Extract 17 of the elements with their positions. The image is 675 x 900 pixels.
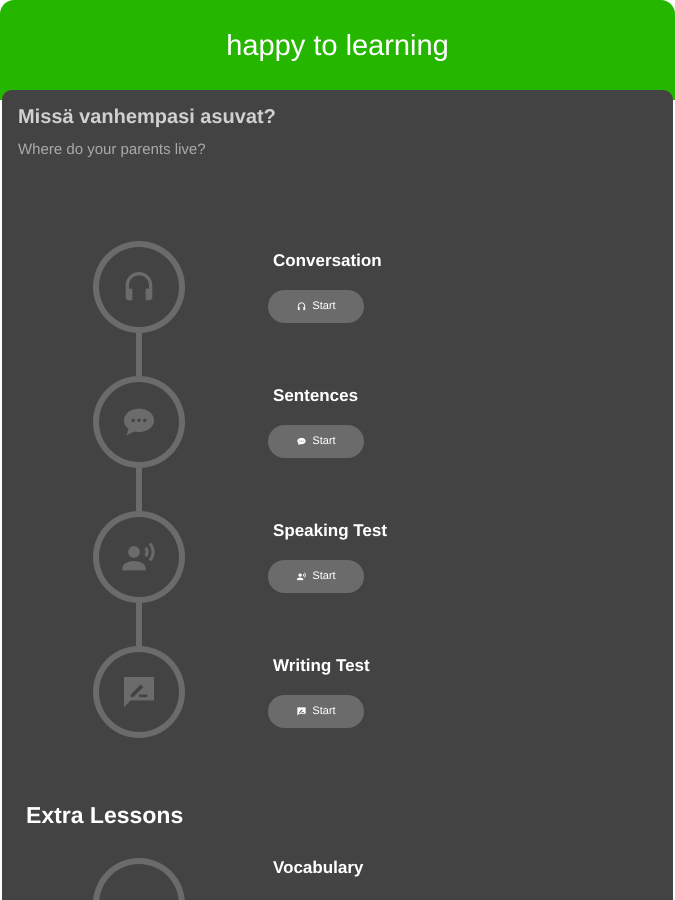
start-button[interactable]: Start: [268, 560, 364, 593]
speaking-person-icon: [296, 571, 308, 582]
lesson-title: Writing Test: [273, 656, 370, 676]
section-heading: Extra Lessons: [26, 801, 184, 829]
lesson-title: Speaking Test: [273, 521, 387, 541]
translation-text: Where do your parents live?: [18, 140, 206, 160]
start-button[interactable]: Start: [268, 290, 364, 323]
edit-message-icon: [296, 706, 308, 717]
chat-bubble-icon: [296, 436, 308, 447]
lesson-title: Vocabulary: [273, 858, 364, 878]
app-title: happy to learning: [226, 29, 449, 64]
start-button[interactable]: Start: [268, 425, 364, 458]
headphones-icon: [296, 301, 308, 312]
lesson-title: Sentences: [273, 386, 358, 406]
lesson-title: Conversation: [273, 251, 382, 271]
start-button[interactable]: Start: [268, 695, 364, 728]
question-text: Missä vanhempasi asuvat?: [18, 105, 276, 130]
